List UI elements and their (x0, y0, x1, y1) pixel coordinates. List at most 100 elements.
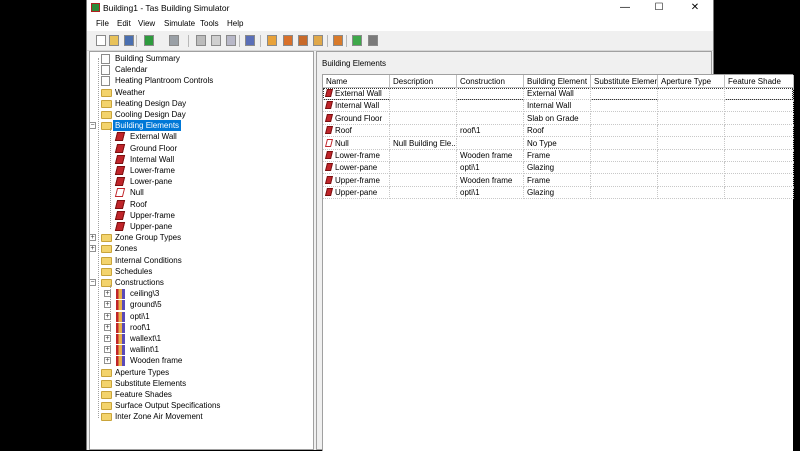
tree-item[interactable]: Cooling Design Day (90, 109, 310, 120)
tree-item[interactable]: Lower-pane (90, 176, 310, 187)
construction-icon (116, 322, 125, 333)
column-name-header[interactable]: Name (323, 75, 390, 88)
table-row[interactable]: Roof roof\1 Roof (323, 125, 794, 138)
tree-item[interactable]: Heating Design Day (90, 98, 310, 109)
tree-item[interactable]: Lower-frame (90, 165, 310, 176)
report-icon[interactable] (333, 35, 343, 46)
tree-item[interactable]: Internal Conditions (90, 255, 310, 266)
expander-toggle-icon[interactable]: + (104, 290, 111, 298)
table-row[interactable]: External Wall External Wall (323, 88, 794, 100)
column-construction-header[interactable]: Construction (457, 75, 524, 88)
navigation-tree[interactable]: Building Summary Calendar Heating Plantroo… (89, 51, 314, 450)
list-icon[interactable] (313, 35, 323, 46)
tree-item[interactable]: + Wooden frame (90, 355, 310, 367)
building-element-icon (325, 89, 333, 97)
expander-toggle-icon[interactable]: + (104, 335, 111, 342)
tree-item-building-elements[interactable]: − Building Elements (90, 120, 310, 132)
folder-icon (101, 368, 112, 377)
column-building-element-type-header[interactable]: Building Element ... (524, 75, 591, 88)
table-row[interactable]: Lower-pane opti\1 Glazing (323, 162, 794, 175)
tree-item[interactable]: Aperture Types (90, 367, 310, 378)
properties-icon[interactable] (298, 35, 308, 46)
tree-item[interactable]: + ground\5 (90, 299, 310, 311)
menu-file[interactable]: File (96, 19, 109, 28)
expander-toggle-icon[interactable]: − (90, 122, 96, 130)
table-row[interactable]: Ground Floor Slab on Grade (323, 112, 794, 125)
expander-toggle-icon[interactable]: + (104, 312, 111, 320)
menu-help[interactable]: Help (227, 19, 243, 28)
tree-item[interactable]: + opti\1 (90, 311, 310, 322)
new-file-icon[interactable] (96, 35, 106, 46)
expander-toggle-icon[interactable]: + (104, 323, 111, 331)
table-row[interactable]: Upper-pane opti\1 Glazing (323, 187, 794, 200)
tree-item[interactable]: Schedules (90, 266, 310, 277)
close-button[interactable]: ✕ (678, 0, 712, 16)
table-row[interactable]: Upper-frame Wooden frame Frame (323, 174, 794, 187)
column-description-header[interactable]: Description (390, 75, 457, 88)
cut-icon[interactable] (196, 35, 206, 46)
paste-icon[interactable] (226, 35, 236, 46)
tree-item-label: Zone Group Types (115, 233, 182, 243)
tree-item[interactable]: Feature Shades (90, 389, 310, 400)
back-icon[interactable] (144, 35, 154, 46)
table-row[interactable]: Null Null Building Ele... No Type (323, 137, 794, 150)
toolbar-separator (327, 35, 328, 47)
tree-item-label: Constructions (115, 278, 164, 287)
refresh-icon[interactable] (368, 35, 378, 46)
tree-item[interactable]: − Constructions (90, 277, 310, 288)
tree-item[interactable]: Roof (90, 199, 310, 210)
expander-toggle-icon[interactable]: + (104, 357, 111, 365)
tree-item[interactable]: External Wall (90, 131, 310, 142)
tree-item[interactable]: Internal Wall (90, 154, 310, 165)
tree-item[interactable]: Calendar (90, 64, 310, 76)
tree-item[interactable]: Weather (90, 87, 310, 98)
tree-item[interactable]: + ceiling\3 (90, 288, 310, 300)
tree-item[interactable]: + wallint\1 (90, 344, 310, 356)
expander-toggle-icon[interactable]: + (104, 301, 111, 309)
column-name-cell: Upper-pane (323, 187, 390, 200)
column-construction-cell (457, 112, 524, 125)
tree-item[interactable]: Upper-pane (90, 221, 310, 232)
save-icon[interactable] (124, 35, 134, 46)
expander-toggle-icon[interactable]: + (104, 346, 111, 354)
tree-item[interactable]: Heating Plantroom Controls (90, 75, 310, 87)
maximize-button[interactable]: ☐ (642, 0, 676, 16)
tree-item[interactable]: + wallext\1 (90, 333, 310, 344)
expander-toggle-icon[interactable]: + (90, 234, 96, 242)
wizard-icon[interactable] (245, 35, 255, 46)
tree-item[interactable]: Ground Floor (90, 143, 310, 154)
tree-item[interactable]: Inter Zone Air Movement (90, 411, 310, 422)
column-aperture-type-header[interactable]: Aperture Type (658, 75, 725, 88)
table-row[interactable]: Lower-frame Wooden frame Frame (323, 150, 794, 162)
menu-simulate[interactable]: Simulate (164, 19, 195, 28)
tree-item-label: Internal Wall (130, 154, 175, 164)
table-row[interactable]: Internal Wall Internal Wall (323, 100, 794, 113)
construction-icon (116, 311, 125, 322)
toolbar-separator (346, 35, 347, 47)
menu-view[interactable]: View (138, 19, 155, 28)
add-item-icon[interactable] (267, 35, 277, 46)
tree-item-label: Calendar (115, 65, 148, 75)
tree-item[interactable]: + Zones (90, 243, 310, 254)
expander-toggle-icon[interactable]: + (90, 245, 96, 253)
menu-edit[interactable]: Edit (117, 19, 131, 28)
minimize-button[interactable]: — (608, 0, 642, 16)
tree-item[interactable]: Surface Output Specifications (90, 400, 310, 411)
building-element-icon (325, 101, 333, 110)
tree-item[interactable]: Null (90, 187, 310, 198)
copy-icon[interactable] (211, 35, 221, 46)
expander-toggle-icon[interactable]: − (90, 279, 96, 286)
forward-icon[interactable] (169, 35, 179, 46)
menu-tools[interactable]: Tools (200, 19, 219, 28)
open-folder-icon[interactable] (109, 35, 119, 46)
zone-icon[interactable] (352, 35, 362, 46)
edit-item-icon[interactable] (283, 35, 293, 46)
column-feature-shade-header[interactable]: Feature Shade (725, 75, 794, 88)
tree-item[interactable]: Substitute Elements (90, 378, 310, 389)
window-title: Building1 - Tas Building Simulator (103, 3, 230, 13)
tree-item[interactable]: Building Summary (90, 53, 310, 64)
tree-item[interactable]: Upper-frame (90, 210, 310, 221)
column-substitute-element-header[interactable]: Substitute Element (591, 75, 658, 88)
tree-item[interactable]: + Zone Group Types (90, 232, 310, 243)
tree-item[interactable]: + roof\1 (90, 322, 310, 333)
